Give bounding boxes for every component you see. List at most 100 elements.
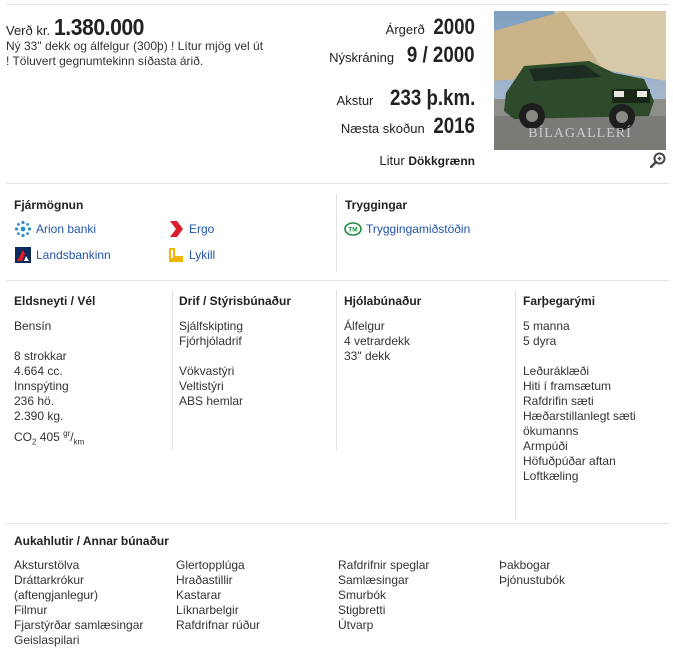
finance-landsbankinn-label: Landsbankinn xyxy=(36,248,111,262)
insurance-tm[interactable]: TM Tryggingamiðstöðin xyxy=(344,222,471,236)
passenger-line: Höfuðpúðar aftan xyxy=(523,454,616,468)
accessory-item: Aksturstölva xyxy=(14,558,80,572)
top-border xyxy=(6,4,669,5)
column-divider xyxy=(336,290,337,450)
drive-line: Sjálfskipting xyxy=(179,319,244,333)
accessory-item: Útvarp xyxy=(338,618,374,632)
photo-watermark: BÍLAGALLERÍ xyxy=(528,124,632,141)
wheels-line: Álfelgur xyxy=(344,319,385,333)
accessories-column: Rafdrifnir speglar Samlæsingar Smurbók S… xyxy=(338,558,429,633)
co2-emission: CO2 405 gr/km xyxy=(14,429,85,447)
accessory-item: Þjónustubók xyxy=(499,573,566,587)
drive-line: ABS hemlar xyxy=(179,394,244,408)
fuel-line: 236 hö. xyxy=(14,394,55,408)
price-value: 1.380.000 xyxy=(54,14,145,40)
drive-line: Veltistýri xyxy=(179,379,224,393)
accessory-item: Líknarbelgir xyxy=(176,603,239,617)
inspection-value: 2016 xyxy=(433,113,475,138)
passenger-line: ökumanns xyxy=(523,424,579,438)
mileage-label: Akstur xyxy=(336,93,374,108)
accessory-item: (aftengjanlegur) xyxy=(14,588,99,602)
color-label: Litur xyxy=(379,153,405,168)
column-divider xyxy=(172,290,173,450)
accessory-item: Glertopplúga xyxy=(176,558,245,572)
mileage-value: 233 þ.km. xyxy=(389,85,475,110)
insurance-title: Tryggingar xyxy=(345,198,408,212)
fuel-type: Bensín xyxy=(14,319,52,333)
color-spec: Litur Dökkgrænn xyxy=(379,153,475,168)
wheels-line: 4 vetrardekk xyxy=(344,334,411,348)
description: Ný 33" dekk og álfelgur (300þ) ! Lítur m… xyxy=(6,39,264,68)
fuel-line: Innspýting xyxy=(14,379,69,393)
tm-icon: TM xyxy=(344,222,362,236)
drive-line: Fjórhjóladrif xyxy=(179,334,242,348)
finance-landsbankinn[interactable]: Landsbankinn xyxy=(15,247,111,263)
registration-spec: Nýskráning 9 / 2000 xyxy=(329,42,475,68)
passenger-column: 5 manna 5 dyra Leðuráklæði Hiti í framsæ… xyxy=(523,319,636,484)
car-photo-image: BÍLAGALLERÍ xyxy=(494,11,666,150)
accessories-title: Aukahlutir / Annar búnaður xyxy=(14,534,169,548)
drive-line: Vökvastýri xyxy=(179,364,235,378)
divider xyxy=(6,523,669,524)
price-label: Verð kr. xyxy=(6,23,51,38)
zoom-icon[interactable] xyxy=(650,152,666,168)
divider xyxy=(6,280,669,281)
accessory-item: Kastarar xyxy=(176,588,222,602)
arion-icon xyxy=(14,220,32,238)
accessories-column: Glertopplúga Hraðastillir Kastarar Líkna… xyxy=(176,558,260,633)
finance-title: Fjármögnun xyxy=(14,198,84,212)
wheels-line: 33" dekk xyxy=(344,349,391,363)
car-photo[interactable]: BÍLAGALLERÍ xyxy=(494,11,666,150)
accessory-item: Samlæsingar xyxy=(338,573,409,587)
accessory-item: Geislaspilari xyxy=(14,633,80,647)
mileage-spec: Akstur 233 þ.km. xyxy=(337,85,475,111)
fuel-title: Eldsneyti / Vél xyxy=(14,294,96,308)
year-spec: Árgerð 2000 xyxy=(386,14,475,40)
wheels-column: Álfelgur 4 vetrardekk 33" dekk xyxy=(344,319,410,364)
landsbankinn-icon xyxy=(15,247,31,263)
column-divider xyxy=(336,194,337,272)
finance-ergo[interactable]: Ergo xyxy=(170,221,215,237)
passenger-line: Rafdrifin sæti xyxy=(523,394,594,408)
lykill-icon xyxy=(169,248,183,262)
year-value: 2000 xyxy=(433,14,475,39)
accessory-item: Rafdrifnar rúður xyxy=(176,618,261,632)
registration-value: 9 / 2000 xyxy=(407,42,475,67)
color-value: Dökkgrænn xyxy=(408,154,475,168)
fuel-line: 2.390 kg. xyxy=(14,409,64,423)
accessory-item: Þakbogar xyxy=(499,558,551,572)
accessory-item: Stigbretti xyxy=(338,603,386,617)
year-label: Árgerð xyxy=(385,22,425,37)
price: Verð kr. 1.380.000 xyxy=(6,14,152,41)
passenger-title: Farþegarými xyxy=(523,294,596,308)
accessory-item: Rafdrifnir speglar xyxy=(338,558,430,572)
accessory-item: Filmur xyxy=(14,603,48,617)
passenger-line: Leðuráklæði xyxy=(523,364,590,378)
passenger-line: 5 dyra xyxy=(523,334,557,348)
passenger-line: 5 manna xyxy=(523,319,570,333)
fuel-line: 8 strokkar xyxy=(14,349,67,363)
finance-lykill[interactable]: Lykill xyxy=(169,248,216,262)
finance-arion-label: Arion banki xyxy=(36,222,97,236)
finance-lykill-label: Lykill xyxy=(189,248,216,262)
column-divider xyxy=(515,290,516,520)
svg-text:TM: TM xyxy=(348,227,357,234)
registration-label: Nýskráning xyxy=(329,50,395,65)
finance-ergo-label: Ergo xyxy=(189,222,215,236)
finance-arion[interactable]: Arion banki xyxy=(14,220,97,238)
divider xyxy=(6,183,669,184)
fuel-line: 4.664 cc. xyxy=(14,364,63,378)
inspection-label: Næsta skoðun xyxy=(340,121,425,136)
passenger-line: Hæðarstillanlegt sæti xyxy=(523,409,636,423)
ergo-icon xyxy=(170,221,183,237)
drive-column: Sjálfskipting Fjórhjóladrif Vökvastýri V… xyxy=(179,319,243,409)
accessories-column: Aksturstölva Dráttarkrókur (aftengjanleg… xyxy=(14,558,143,648)
wheels-title: Hjólabúnaður xyxy=(344,294,422,308)
passenger-line: Armpúði xyxy=(523,439,568,453)
fuel-column: Bensín 8 strokkar 4.664 cc. Innspýting 2… xyxy=(14,319,84,449)
accessory-item: Dráttarkrókur xyxy=(14,573,85,587)
accessory-item: Hraðastillir xyxy=(176,573,233,587)
inspection-spec: Næsta skoðun 2016 xyxy=(341,113,475,139)
insurance-tm-label: Tryggingamiðstöðin xyxy=(366,222,471,236)
drive-title: Drif / Stýrisbúnaður xyxy=(179,294,292,308)
